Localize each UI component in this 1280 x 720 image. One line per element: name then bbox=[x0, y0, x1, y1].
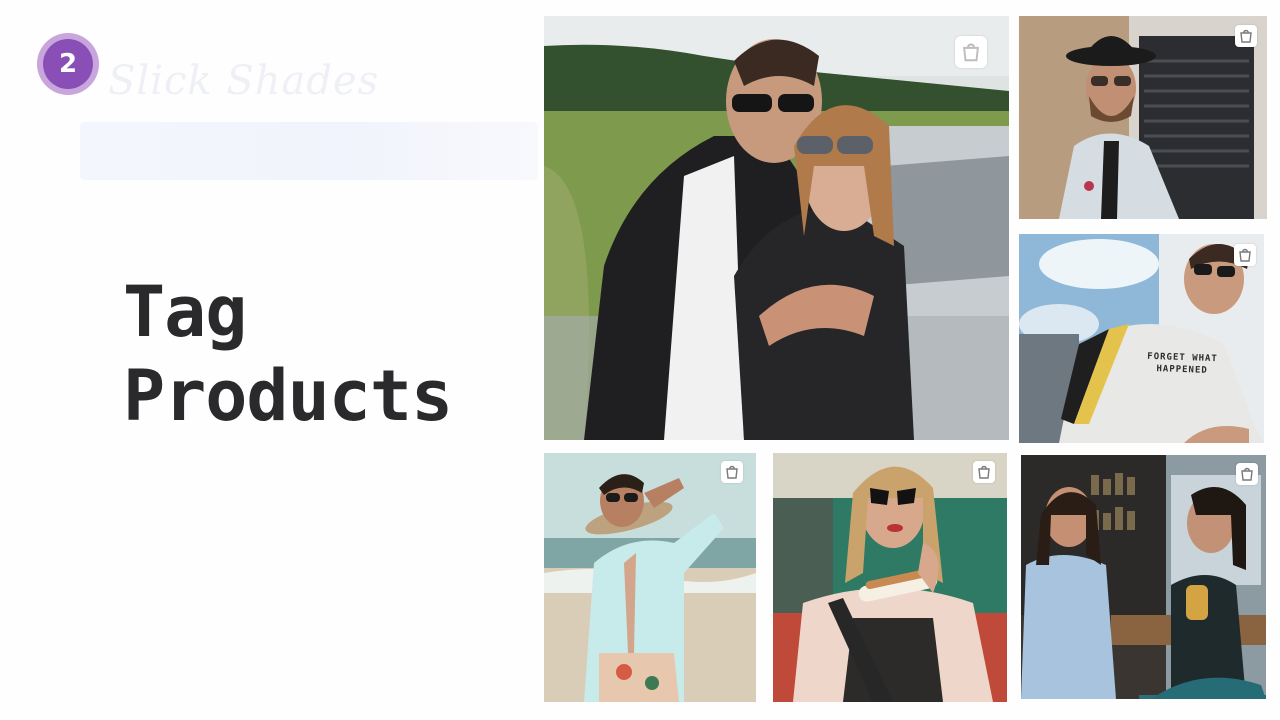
tee-print: FORGET WHAT HAPPENED bbox=[1147, 351, 1218, 377]
tag-button[interactable] bbox=[973, 461, 995, 483]
photo-tile-man-hat[interactable] bbox=[1019, 16, 1267, 219]
two-women-photo bbox=[1021, 455, 1266, 699]
shopping-bag-icon bbox=[963, 43, 979, 62]
tag-button[interactable] bbox=[955, 36, 987, 68]
tag-button[interactable] bbox=[1235, 25, 1257, 47]
woman-eating-photo bbox=[773, 453, 1007, 702]
shopping-bag-icon bbox=[978, 465, 990, 479]
man-beach-photo bbox=[544, 453, 756, 702]
photo-tile-couple[interactable] bbox=[544, 16, 1009, 440]
page-title: Tag Products bbox=[123, 270, 453, 438]
photo-tile-man-tee[interactable]: FORGET WHAT HAPPENED bbox=[1019, 234, 1264, 443]
title-line-2: Products bbox=[123, 355, 453, 437]
step-number: 2 bbox=[43, 39, 93, 89]
shopping-bag-icon bbox=[726, 465, 738, 479]
tee-print-line-1: FORGET WHAT bbox=[1147, 351, 1218, 365]
title-line-1: Tag bbox=[123, 271, 247, 353]
man-tee-photo bbox=[1019, 234, 1264, 443]
tag-button[interactable] bbox=[1234, 244, 1256, 266]
photo-tile-two-women[interactable] bbox=[1021, 455, 1266, 699]
shopping-bag-icon bbox=[1240, 29, 1252, 43]
shopping-bag-icon bbox=[1241, 467, 1253, 481]
tag-button[interactable] bbox=[1236, 463, 1258, 485]
couple-photo bbox=[544, 16, 1009, 440]
photo-tile-woman-eating[interactable] bbox=[773, 453, 1007, 702]
step-badge: 2 bbox=[37, 33, 99, 95]
ghost-bar bbox=[80, 122, 538, 180]
ghost-title: Slick Shades bbox=[108, 58, 380, 104]
tag-button[interactable] bbox=[721, 461, 743, 483]
man-hat-photo bbox=[1019, 16, 1267, 219]
tee-print-line-2: HAPPENED bbox=[1156, 364, 1208, 376]
photo-tile-man-beach[interactable] bbox=[544, 453, 756, 702]
shopping-bag-icon bbox=[1239, 248, 1251, 262]
slide: 2 Slick Shades Tag Products FORGET WHAT … bbox=[0, 0, 1280, 720]
